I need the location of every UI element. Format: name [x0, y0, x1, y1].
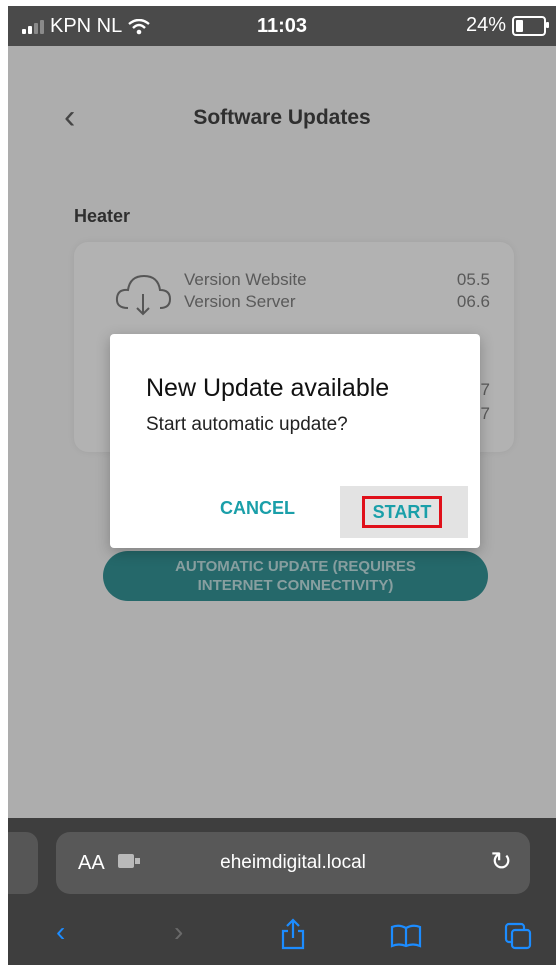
battery-group: 24%	[465, 14, 549, 37]
phone-screen: KPN NL 11:03 24% ‹ Software Updates Heat…	[8, 6, 556, 965]
browser-bottom-bar: AA eheimdigital.local ↻ ‹ ›	[8, 818, 556, 965]
dialog-message: Start automatic update?	[146, 414, 348, 435]
back-arrow-icon[interactable]: ‹	[56, 916, 65, 948]
battery-icon	[512, 15, 549, 36]
battery-percent: 24%	[465, 14, 506, 36]
share-icon[interactable]	[280, 918, 306, 950]
url-text: eheimdigital.local	[220, 852, 366, 873]
previous-tab-preview[interactable]	[8, 832, 38, 894]
tabs-icon[interactable]	[504, 922, 532, 950]
cancel-button[interactable]: CANCEL	[220, 498, 295, 519]
status-bar: KPN NL 11:03 24%	[8, 6, 556, 46]
address-bar[interactable]: AA eheimdigital.local ↻	[56, 832, 530, 894]
reload-icon[interactable]: ↻	[490, 846, 512, 877]
start-button-area[interactable]: START	[340, 486, 468, 538]
update-dialog: New Update available Start automatic upd…	[110, 334, 480, 548]
forward-arrow-icon[interactable]: ›	[174, 916, 183, 948]
start-button[interactable]: START	[362, 496, 442, 528]
dialog-title: New Update available	[146, 374, 390, 402]
bookmarks-icon[interactable]	[390, 924, 422, 948]
